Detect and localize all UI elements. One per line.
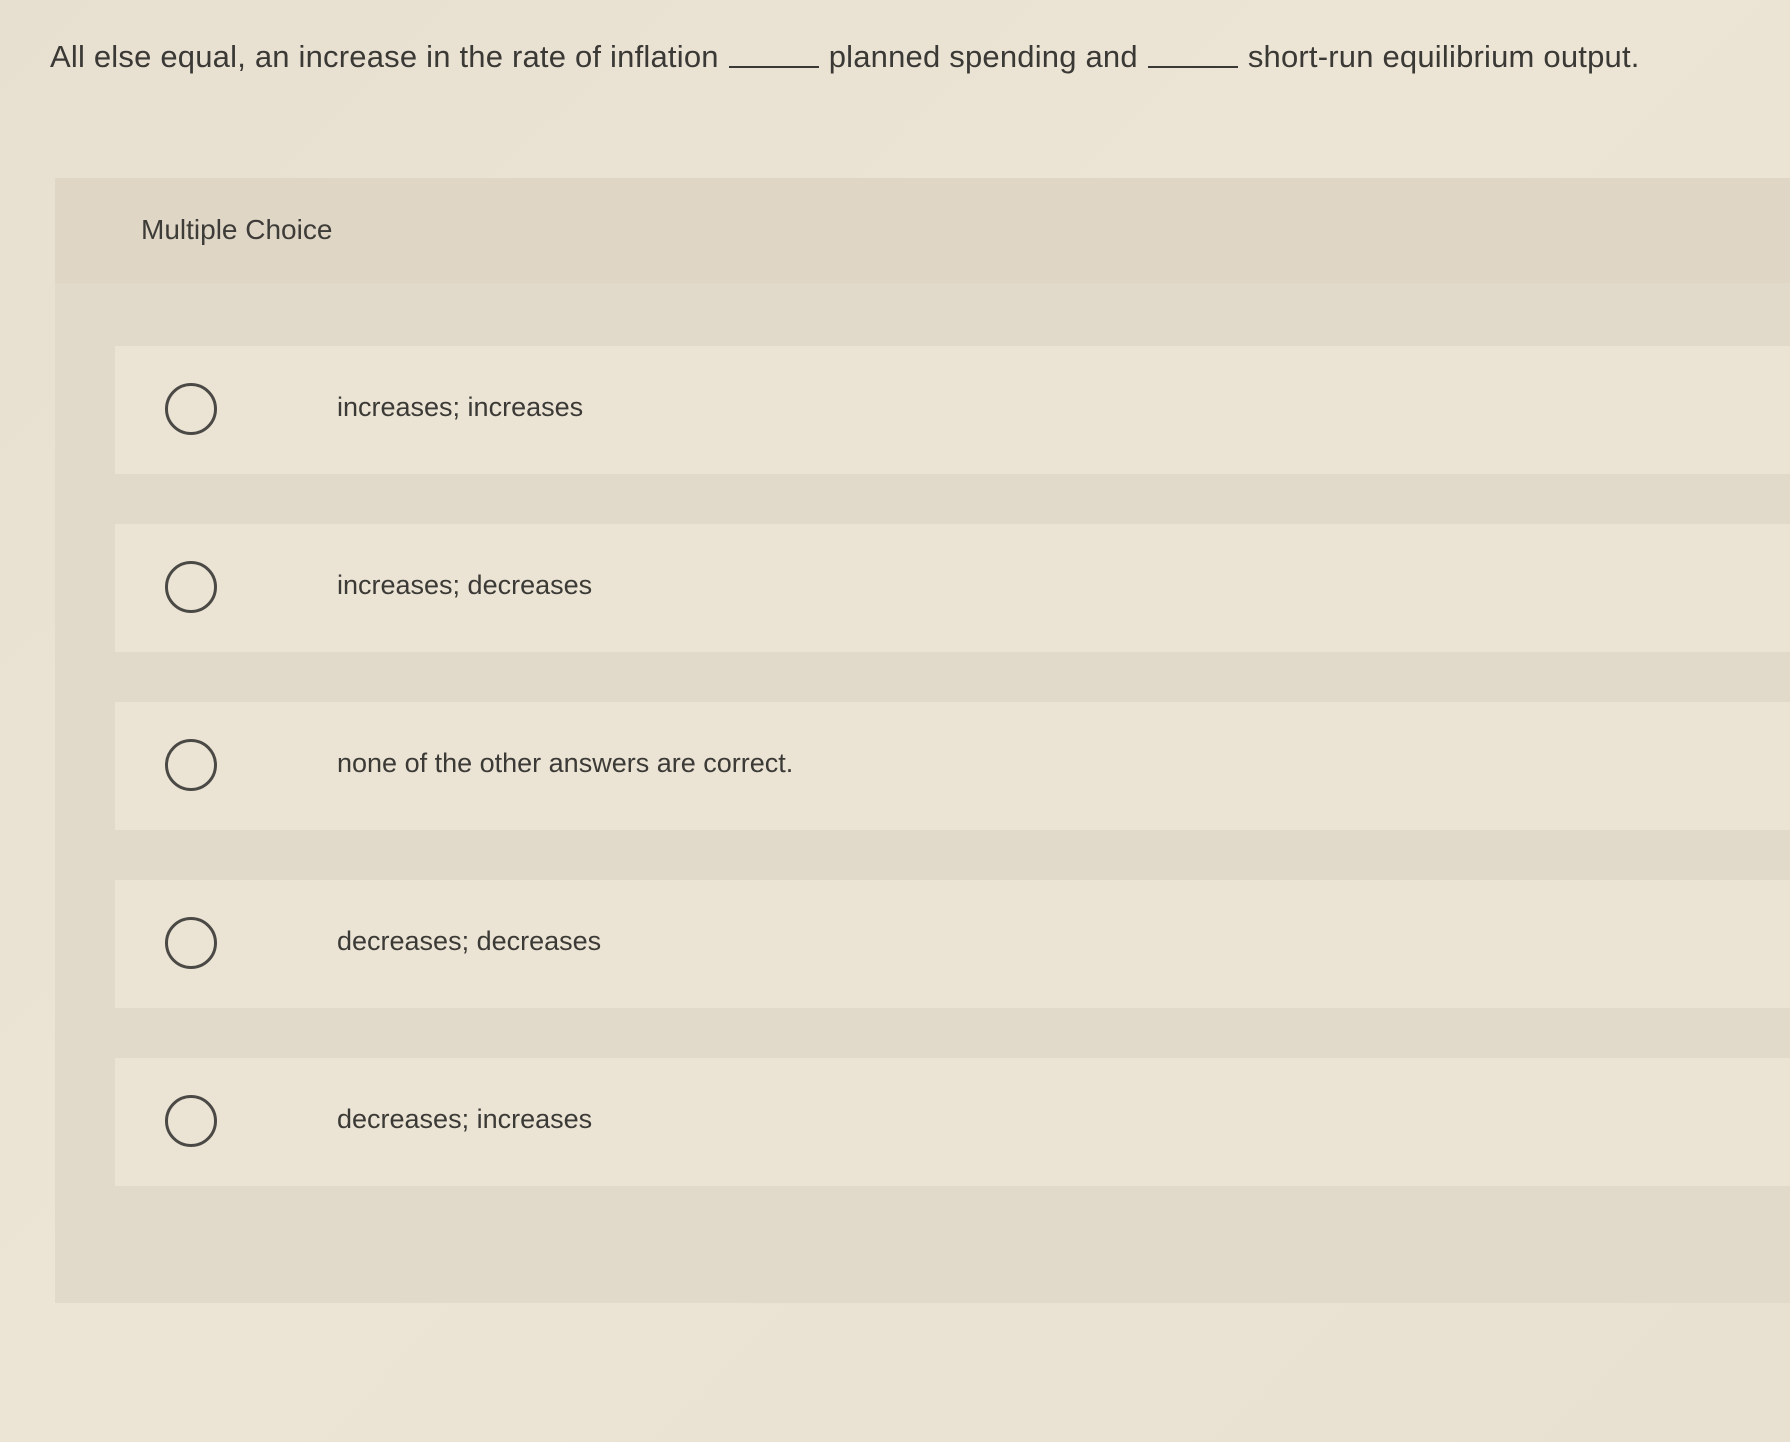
question-part-1: All else equal, an increase in the rate …: [50, 39, 719, 74]
choice-label: increases; decreases: [337, 570, 593, 600]
question-part-3: short-run equilibrium output.: [1247, 39, 1640, 74]
multiple-choice-panel: Multiple Choice increases; increases inc…: [55, 178, 1790, 1303]
radio-button-icon[interactable]: [165, 561, 217, 613]
choice-option-5[interactable]: decreases; increases: [115, 1058, 1790, 1186]
radio-button-icon[interactable]: [165, 383, 217, 435]
blank-2: [1147, 65, 1238, 68]
choice-label: increases; increases: [337, 392, 584, 422]
choice-label: decreases; increases: [337, 1104, 593, 1134]
choice-option-2[interactable]: increases; decreases: [115, 524, 1790, 652]
radio-button-icon[interactable]: [165, 917, 217, 969]
question-text: All else equal, an increase in the rate …: [50, 34, 1750, 80]
choice-label: decreases; decreases: [337, 926, 602, 956]
blank-1: [728, 65, 819, 68]
choice-option-3[interactable]: none of the other answers are correct.: [115, 702, 1790, 830]
choice-list: increases; increases increases; decrease…: [115, 346, 1790, 1236]
choice-option-4[interactable]: decreases; decreases: [115, 880, 1790, 1008]
panel-title: Multiple Choice: [141, 214, 333, 245]
radio-button-icon[interactable]: [165, 1095, 217, 1147]
question-part-2: planned spending and: [828, 39, 1138, 74]
radio-button-icon[interactable]: [165, 739, 217, 791]
choice-label: none of the other answers are correct.: [337, 748, 794, 778]
panel-header: Multiple Choice: [55, 178, 1790, 283]
choice-option-1[interactable]: increases; increases: [115, 346, 1790, 474]
